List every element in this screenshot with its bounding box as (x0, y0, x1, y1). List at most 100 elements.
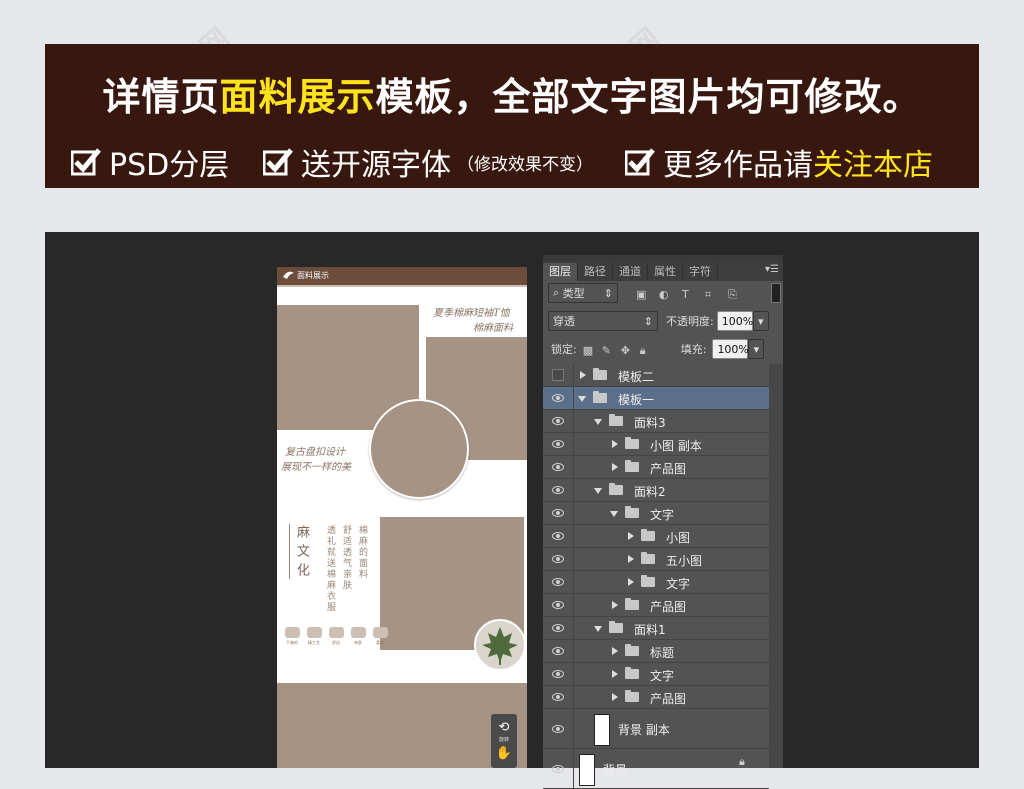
adjustment-filter-icon[interactable]: ◐ (659, 288, 672, 301)
folder-icon (625, 667, 639, 679)
tab-character[interactable]: 字符 (683, 263, 718, 281)
expand-arrow-icon[interactable] (612, 440, 618, 448)
expand-arrow-icon[interactable] (580, 371, 586, 379)
lock-all-icon[interactable]: 🔒︎ (640, 344, 653, 357)
collapse-arrow-icon[interactable] (594, 626, 602, 632)
blend-mode-select[interactable]: 穿透 ⇕ (548, 311, 658, 331)
layer-row[interactable]: 产品图 (543, 456, 769, 479)
lock-row: 锁定: ▩ ✎ ✥ 🔒︎ 填充: 100% ▾ (543, 339, 783, 359)
fill-input[interactable]: 100% (712, 339, 749, 359)
layers-scrollbar[interactable] (769, 364, 783, 768)
collapse-arrow-icon[interactable] (594, 419, 602, 425)
collapse-arrow-icon[interactable] (610, 511, 618, 517)
lock-label: 锁定: (551, 343, 577, 356)
visibility-toggle[interactable] (543, 548, 574, 570)
layer-row[interactable]: 模板二 (543, 364, 769, 387)
layer-row[interactable]: 小图 (543, 525, 769, 548)
visibility-toggle[interactable] (543, 663, 574, 685)
folder-icon (609, 483, 623, 495)
expand-arrow-icon[interactable] (628, 578, 634, 586)
smartobject-filter-icon[interactable]: ⎘ (728, 288, 741, 301)
filter-kind-select[interactable]: ⌕ 类型 ⇕ (548, 283, 618, 303)
panel-menu-icon[interactable]: ▾☰ (765, 264, 779, 275)
opacity-label: 不透明度: (666, 315, 714, 328)
folder-icon (593, 368, 607, 380)
visibility-toggle[interactable] (543, 479, 574, 501)
expand-arrow-icon[interactable] (612, 647, 618, 655)
visibility-toggle[interactable] (543, 617, 574, 639)
visibility-toggle[interactable] (543, 456, 574, 478)
layer-row[interactable]: 背景 🔒︎ (543, 749, 769, 789)
expand-arrow-icon[interactable] (612, 601, 618, 609)
divider (289, 524, 290, 579)
stepper-icon: ⇕ (603, 286, 613, 300)
layer-row[interactable]: 产品图 (543, 686, 769, 709)
layer-thumbnail (594, 714, 610, 746)
tab-paths[interactable]: 路径 (578, 263, 613, 281)
collapse-arrow-icon[interactable] (594, 488, 602, 494)
layer-row[interactable]: 文字 (543, 571, 769, 594)
visibility-toggle[interactable] (543, 525, 574, 547)
expand-arrow-icon[interactable] (612, 463, 618, 471)
visibility-toggle[interactable] (543, 594, 574, 616)
opacity-input[interactable]: 100% (716, 311, 753, 331)
feature-more: 更多作品请 关注本店 (625, 140, 933, 184)
vertical-text-1: 透礼就送棉麻衣服 (325, 525, 335, 613)
tab-layers[interactable]: 图层 (543, 263, 578, 281)
promo-banner: 详情页面料展示模板，全部文字图片均可修改。 PSD分层 送开源字体 （修改效果不变… (45, 44, 979, 188)
visibility-toggle[interactable] (543, 410, 574, 432)
hand-tool-icon[interactable]: ✋ (495, 746, 513, 761)
pixel-filter-icon[interactable]: ▣ (636, 288, 649, 301)
header-strip (277, 285, 527, 287)
lock-icon: 🔒︎ (739, 755, 745, 768)
document-preview[interactable]: 面料展示 夏季棉麻短袖T恤 棉麻面料 复古盘扣设计 展现不一样的美 麻文化 透礼… (277, 267, 527, 768)
folder-icon (593, 391, 607, 403)
checkbox-icon (71, 148, 101, 176)
filter-toggle[interactable] (771, 283, 781, 303)
layer-row[interactable]: 面料1 (543, 617, 769, 640)
lock-move-icon[interactable]: ✥ (621, 344, 634, 357)
layer-row[interactable]: 产品图 (543, 594, 769, 617)
fabric-culture-title: 麻文化 (294, 525, 309, 582)
layer-row[interactable]: 标题 (543, 640, 769, 663)
collapse-arrow-icon[interactable] (578, 396, 586, 402)
layer-row[interactable]: 文字 (543, 502, 769, 525)
stepper-icon: ⇕ (643, 314, 653, 328)
visibility-toggle[interactable] (543, 749, 574, 788)
lock-transparency-icon[interactable]: ▩ (583, 344, 596, 357)
tab-properties[interactable]: 属性 (648, 263, 683, 281)
rotate-view-icon[interactable]: ⟲ (495, 720, 513, 735)
visibility-toggle[interactable] (543, 686, 574, 708)
layer-row[interactable]: 面料3 (543, 410, 769, 433)
shape-filter-icon[interactable]: ⌗ (705, 288, 718, 301)
folder-icon (625, 460, 639, 472)
visibility-toggle[interactable] (543, 571, 574, 593)
leaf-icon (482, 627, 518, 665)
expand-arrow-icon[interactable] (612, 693, 618, 701)
lock-brush-icon[interactable]: ✎ (602, 344, 615, 357)
type-filter-icon[interactable]: T (682, 288, 695, 301)
expand-arrow-icon[interactable] (628, 532, 634, 540)
text-mid-2: 展现不一样的美 (281, 462, 351, 473)
expand-arrow-icon[interactable] (612, 670, 618, 678)
visibility-toggle[interactable] (543, 640, 574, 662)
visibility-toggle[interactable] (543, 433, 574, 455)
layer-row[interactable]: 背景 副本 (543, 709, 769, 749)
fill-label: 填充: (680, 343, 707, 356)
layer-row[interactable]: 面料2 (543, 479, 769, 502)
visibility-toggle[interactable] (543, 709, 574, 748)
feature-font: 送开源字体 （修改效果不变） (263, 140, 593, 184)
visibility-toggle[interactable] (543, 502, 574, 524)
visibility-toggle[interactable] (543, 387, 574, 409)
folder-icon (625, 506, 639, 518)
layer-row[interactable]: 小图 副本 (543, 433, 769, 456)
layer-row[interactable]: 模板一 (543, 387, 769, 410)
fill-dropdown[interactable]: ▾ (748, 339, 765, 359)
expand-arrow-icon[interactable] (628, 555, 634, 563)
opacity-dropdown[interactable]: ▾ (752, 311, 769, 331)
tab-channels[interactable]: 通道 (613, 263, 648, 281)
layer-row[interactable]: 五小图 (543, 548, 769, 571)
layer-row[interactable]: 文字 (543, 663, 769, 686)
layer-thumbnail (579, 754, 595, 786)
visibility-toggle[interactable] (543, 364, 574, 386)
